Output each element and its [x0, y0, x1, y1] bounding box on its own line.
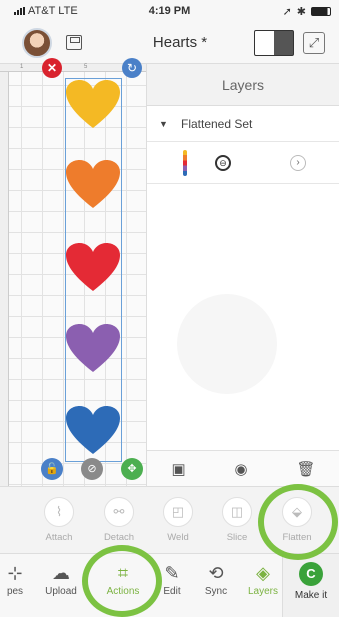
nav-sync[interactable]: ⟲ Sync [193, 560, 239, 597]
nav-upload-label: Upload [45, 586, 77, 597]
heart-shape[interactable] [66, 406, 120, 456]
weld-button[interactable]: ◰ Weld [155, 497, 201, 543]
nav-upload[interactable]: ☁ Upload [38, 560, 84, 597]
print-then-cut-icon: ⊖ [215, 155, 231, 171]
layer-group-label: Flattened Set [181, 116, 253, 131]
cricut-logo-icon: C [299, 562, 323, 586]
heart-shape[interactable] [66, 324, 120, 374]
slice-button[interactable]: ◫ Slice [214, 497, 260, 543]
nav-layers-label: Layers [247, 586, 278, 597]
avatar[interactable] [22, 28, 52, 58]
detach-button[interactable]: ⚯ Detach [96, 497, 142, 543]
make-it-label: Make it [294, 590, 328, 601]
layers-icon: ◈ [256, 563, 270, 583]
make-it-button[interactable]: C Make it [282, 554, 339, 617]
detach-icon: ⚯ [104, 497, 134, 527]
ruler-left [0, 72, 9, 486]
trash-icon[interactable]: 🗑 [297, 460, 316, 478]
slice-label: Slice [226, 532, 248, 543]
shapes-icon: ⊹ [7, 563, 23, 583]
bluetooth-icon: ✱ [296, 6, 306, 18]
ruler-mark: 1 [20, 64, 24, 70]
nav-shapes-label: pes [6, 586, 24, 597]
rotate-handle-icon[interactable]: ↻ [122, 58, 142, 78]
weld-label: Weld [167, 532, 189, 543]
weld-icon: ◰ [163, 497, 193, 527]
heart-shape[interactable] [66, 243, 120, 293]
attach-button[interactable]: ⌇ Attach [36, 497, 82, 543]
status-right: ➚ ✱ [283, 5, 331, 18]
chevron-right-icon[interactable]: › [290, 155, 306, 171]
lock-handle-icon[interactable]: 🔓 [41, 458, 63, 480]
attach-label: Attach [45, 532, 73, 543]
empty-state-graphic [177, 294, 277, 394]
size-handle-icon[interactable]: ⊘ [81, 458, 103, 480]
attach-icon: ⌇ [44, 497, 74, 527]
eye-icon[interactable]: ◉ [235, 460, 248, 478]
layers-title: Layers [147, 64, 339, 106]
location-icon: ➚ [282, 6, 292, 18]
save-icon[interactable] [66, 35, 82, 50]
layers-toolbar: ▣ ◉ 🗑 [147, 450, 339, 486]
highlight-ring-flatten [258, 484, 338, 560]
battery-icon [311, 7, 331, 16]
resize-handle-icon[interactable]: ✥ [121, 458, 143, 480]
slice-icon: ◫ [222, 497, 252, 527]
nav-edit-label: Edit [163, 586, 181, 597]
nav-shapes[interactable]: ⊹ pes [0, 560, 38, 597]
layers-panel: Layers ▼ Flattened Set ⊖ › ▣ ◉ 🗑 [146, 64, 339, 486]
highlight-ring-actions [82, 545, 162, 617]
group-icon[interactable]: ▣ [171, 460, 185, 478]
layer-row[interactable]: ⊖ › [147, 142, 339, 184]
split-view-icon[interactable] [254, 30, 294, 56]
project-title: Hearts * [152, 34, 208, 51]
ruler-mark: 5 [84, 64, 88, 70]
collapse-triangle-icon[interactable]: ▼ [159, 119, 168, 129]
status-bar: AT&T LTE 4:19 PM ➚ ✱ [0, 0, 339, 22]
color-dots-icon [183, 150, 187, 176]
detach-label: Detach [103, 532, 135, 543]
expand-icon[interactable]: ⤢ [303, 32, 325, 54]
nav-sync-label: Sync [204, 586, 228, 597]
layer-group-row[interactable]: ▼ Flattened Set [147, 106, 339, 142]
bottom-nav: ⊹ pes ☁ Upload ⌗ Actions ✎ Edit ⟲ Sync ◈… [0, 553, 339, 617]
upload-icon: ☁ [52, 563, 70, 583]
sync-icon: ⟲ [208, 563, 224, 583]
heart-shape[interactable] [66, 160, 120, 210]
heart-shape[interactable] [66, 80, 120, 130]
nav-layers[interactable]: ◈ Layers [240, 560, 286, 597]
delete-handle-icon[interactable]: ✕ [42, 58, 62, 78]
